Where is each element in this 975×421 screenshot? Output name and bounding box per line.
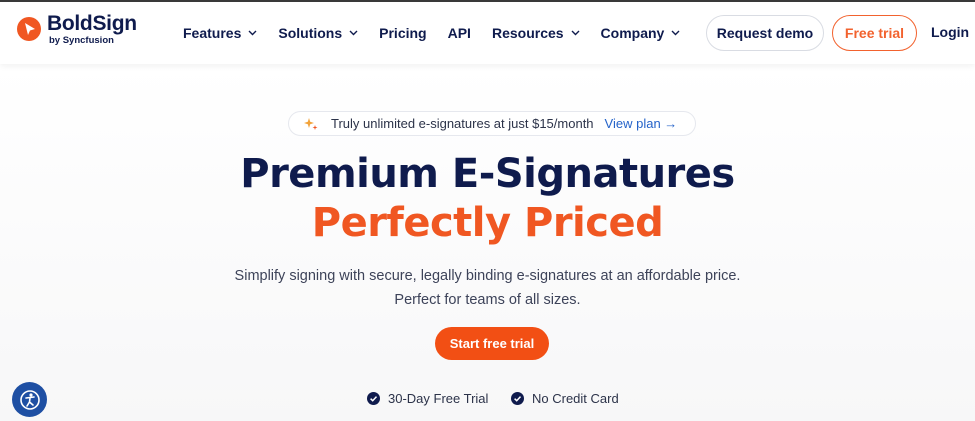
nav-features-label: Features xyxy=(183,25,242,41)
feature-label: 30-Day Free Trial xyxy=(388,391,489,406)
nav-company-label: Company xyxy=(600,25,665,41)
boldsign-logo-icon xyxy=(17,17,41,42)
chevron-down-icon xyxy=(671,30,680,36)
promo-banner[interactable]: Truly unlimited e-signatures at just $15… xyxy=(288,111,696,136)
request-demo-button[interactable]: Request demo xyxy=(706,15,824,51)
chevron-down-icon xyxy=(571,30,580,36)
nav-pricing[interactable]: Pricing xyxy=(379,25,426,41)
nav-features[interactable]: Features xyxy=(183,25,257,41)
hero-section: Truly unlimited e-signatures at just $15… xyxy=(0,64,975,421)
accessibility-button[interactable] xyxy=(12,382,47,417)
chevron-down-icon xyxy=(248,30,257,36)
login-link[interactable]: Login xyxy=(931,24,969,40)
brand-logo[interactable]: BoldSign by Syncfusion xyxy=(17,13,137,46)
brand-name: BoldSign xyxy=(47,12,137,35)
hero-title-line1: Premium E-Signatures xyxy=(240,151,735,197)
main-nav: Features Solutions Pricing API Resources… xyxy=(183,2,701,64)
nav-resources-label: Resources xyxy=(491,25,564,41)
start-free-trial-button[interactable]: Start free trial xyxy=(435,327,549,360)
feature-label: No Credit Card xyxy=(532,391,619,406)
nav-solutions[interactable]: Solutions xyxy=(278,25,358,41)
nav-solutions-label: Solutions xyxy=(278,25,343,41)
free-trial-button[interactable]: Free trial xyxy=(832,15,917,51)
nav-company[interactable]: Company xyxy=(601,25,681,41)
accessibility-icon xyxy=(19,389,40,410)
hero-title-line2: Perfectly Priced xyxy=(311,200,664,246)
check-circle-icon xyxy=(511,392,524,405)
feature-item: No Credit Card xyxy=(511,391,619,406)
nav-resources[interactable]: Resources xyxy=(492,25,580,41)
promo-text: Truly unlimited e-signatures at just $15… xyxy=(331,116,594,131)
feature-item: 30-Day Free Trial xyxy=(367,391,488,406)
check-circle-icon xyxy=(367,392,380,405)
chevron-down-icon xyxy=(349,30,358,36)
hero-subtitle-line1: Simplify signing with secure, legally bi… xyxy=(234,268,741,284)
nav-pricing-label: Pricing xyxy=(379,25,427,41)
sparkle-icon xyxy=(304,117,318,130)
view-plan-link[interactable]: View plan → xyxy=(605,116,678,131)
hero-subtitle-line2: Perfect for teams of all sizes. xyxy=(394,292,581,308)
nav-api[interactable]: API xyxy=(448,25,471,41)
brand-sub: by Syncfusion xyxy=(49,35,114,46)
nav-api-label: API xyxy=(447,25,471,41)
site-header: BoldSign by Syncfusion Features Solution… xyxy=(0,2,975,64)
